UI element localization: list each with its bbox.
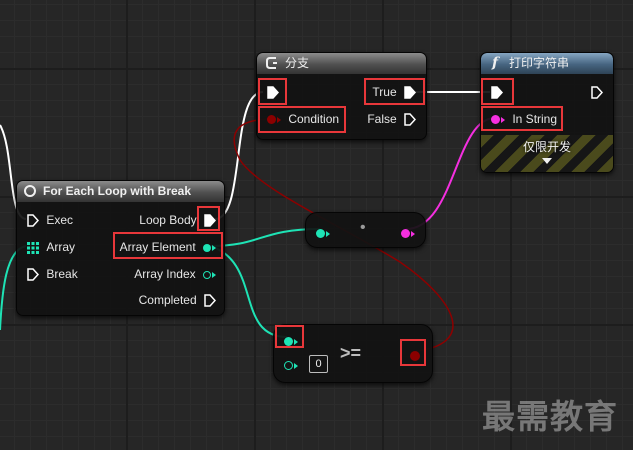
exec-pin-icon — [404, 113, 416, 127]
int-pin-dot — [203, 270, 211, 279]
false-label: False — [367, 112, 397, 126]
print-string-title: 打印字符串 — [509, 56, 570, 70]
exec-input-pin[interactable]: Exec — [27, 213, 74, 228]
compare-input-b-pin[interactable] — [284, 357, 298, 375]
pin-arrow — [326, 230, 330, 237]
dev-only-label: 仅限开发 — [522, 140, 571, 154]
array-input-pin[interactable]: Array — [27, 240, 75, 254]
array-index-label: Array Index — [134, 267, 196, 281]
print-exec-output-pin[interactable] — [591, 85, 603, 100]
highlight-compare-output — [400, 339, 426, 366]
pin-arrow — [212, 271, 216, 278]
branch-title: 分支 — [285, 56, 310, 70]
highlight-condition — [258, 106, 346, 133]
compare-operator: >= — [340, 343, 362, 363]
break-label: Break — [46, 267, 78, 281]
int-pin-dot — [316, 229, 325, 239]
compare-value-input[interactable]: 0 — [309, 355, 328, 373]
exec-label: Exec — [46, 213, 74, 227]
loop-body-label: Loop Body — [139, 213, 197, 227]
int-pin-dot — [284, 361, 293, 371]
highlight-print-exec — [481, 78, 514, 105]
pin-arrow — [411, 230, 415, 237]
exec-pin-icon — [27, 214, 39, 228]
break-input-pin[interactable]: Break — [27, 267, 78, 282]
development-only-banner: 仅限开发 — [481, 135, 613, 172]
conversion-dot: • — [360, 219, 366, 236]
conversion-node[interactable]: • — [305, 212, 426, 248]
false-output-pin[interactable]: False — [367, 112, 416, 127]
function-icon: f — [492, 55, 499, 71]
exec-pin-icon — [591, 86, 603, 100]
highlight-in-string — [481, 106, 563, 131]
foreach-loop-title: For Each Loop with Break — [43, 184, 192, 198]
highlight-loop-body-pin — [197, 206, 220, 231]
highlight-branch-exec — [258, 78, 287, 105]
branch-icon — [266, 57, 277, 69]
highlight-compare-input — [275, 325, 304, 348]
completed-output-pin[interactable]: Completed — [138, 293, 216, 308]
print-string-header[interactable]: f 打印字符串 — [481, 53, 613, 74]
pin-arrow — [294, 362, 298, 369]
conversion-output-pin[interactable] — [401, 225, 415, 243]
branch-header[interactable]: 分支 — [257, 53, 426, 74]
conversion-input-pin[interactable] — [316, 225, 330, 243]
completed-label: Completed — [138, 293, 197, 307]
watermark: 最需教育 — [482, 397, 618, 436]
array-index-output-pin[interactable]: Array Index — [134, 267, 216, 281]
array-grid-icon — [27, 241, 39, 254]
exec-pin-icon — [204, 294, 216, 308]
element-wire-reroute — [209, 228, 321, 247]
expand-arrow-icon[interactable] — [542, 158, 552, 164]
foreach-loop-header[interactable]: For Each Loop with Break — [17, 181, 224, 202]
highlight-array-element — [113, 232, 223, 259]
array-label: Array — [46, 240, 76, 254]
exec-pin-icon — [27, 268, 39, 282]
string-pin-dot — [401, 229, 410, 239]
foreach-loop-icon — [24, 185, 36, 197]
highlight-true — [364, 78, 425, 105]
